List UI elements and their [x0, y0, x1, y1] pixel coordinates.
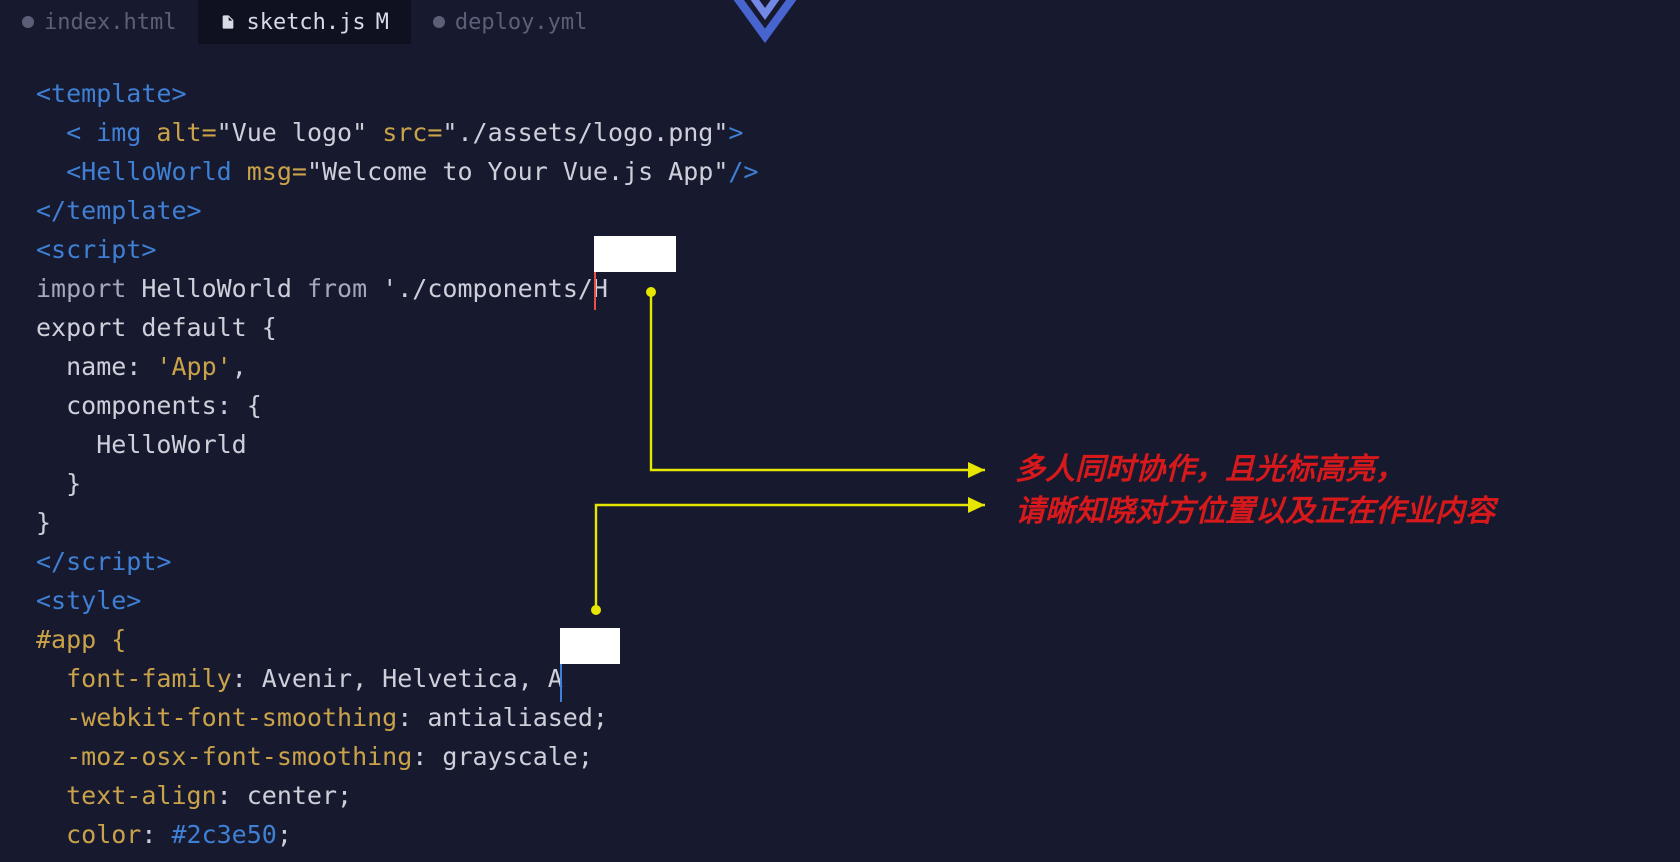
tab-sketch-js[interactable]: sketch.js M — [198, 0, 410, 44]
code-text: <template> — [36, 79, 187, 108]
file-icon — [220, 14, 236, 30]
tab-label: deploy.yml — [455, 10, 587, 35]
collab-label-user2: 陈浩 — [560, 628, 620, 664]
tab-label: index.html — [44, 10, 176, 35]
dirty-dot-icon — [22, 16, 34, 28]
code-editor[interactable]: <template> < img alt="Vue logo" src="./a… — [0, 44, 1680, 862]
collab-label-user1: 曾小东 — [594, 236, 676, 272]
dirty-dot-icon — [433, 16, 445, 28]
tab-label: sketch.js — [246, 10, 365, 35]
modified-mark: M — [376, 10, 389, 35]
tab-deploy-yml[interactable]: deploy.yml — [411, 0, 609, 44]
tab-index-html[interactable]: index.html — [0, 0, 198, 44]
tab-bar: index.html sketch.js M deploy.yml — [0, 0, 1680, 44]
collab-cursor-user1: 曾小东 — [594, 272, 596, 310]
collab-cursor-user2: 陈浩 — [560, 664, 562, 702]
